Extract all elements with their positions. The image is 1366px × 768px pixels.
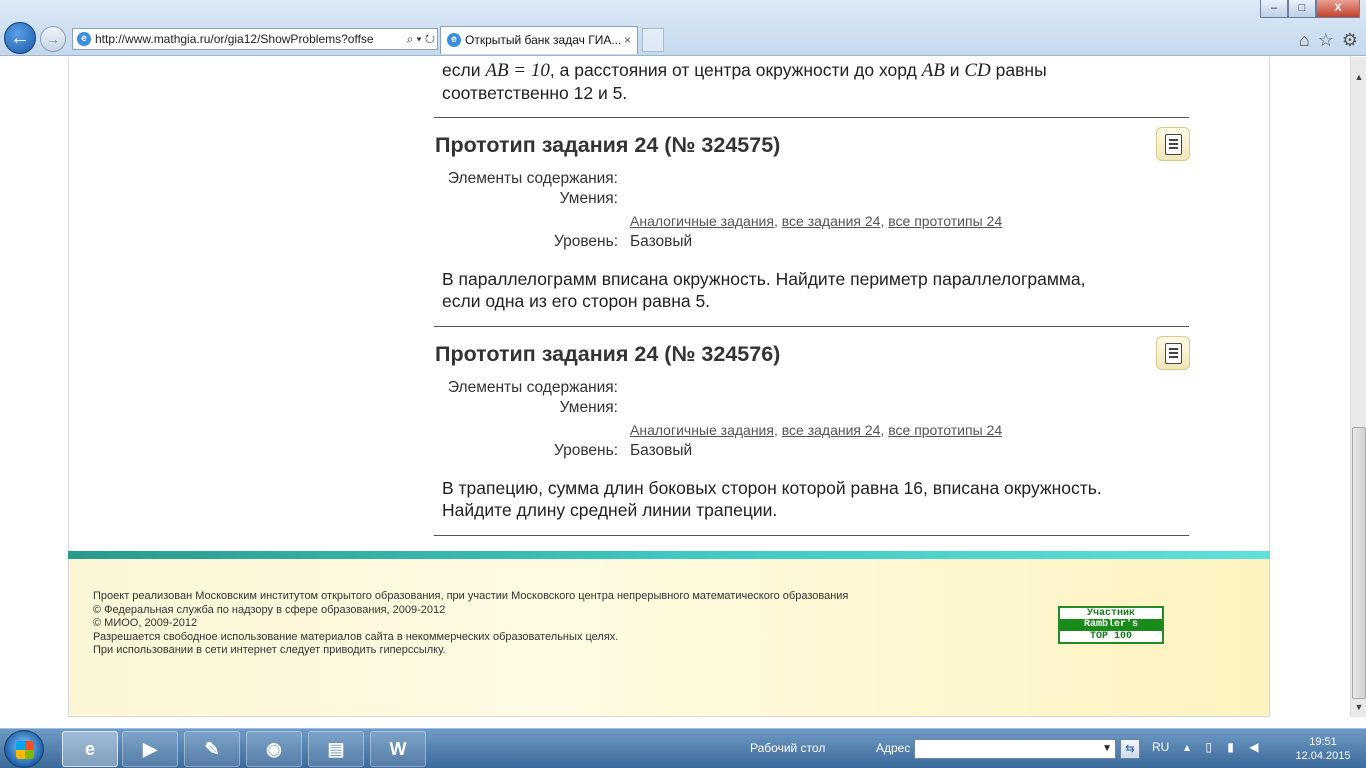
vertical-scrollbar[interactable]: ▲ ▼	[1350, 57, 1366, 717]
word-icon[interactable]: W	[370, 731, 426, 767]
scroll-down-icon[interactable]: ▼	[1351, 699, 1366, 715]
footer-line: © Федеральная служба по надзору в сфере …	[93, 603, 446, 616]
separator: ,	[773, 213, 778, 229]
task-text-part: , а расстояния от центра окружности до х…	[549, 60, 922, 80]
elements-label: Элементы содержания:	[447, 379, 618, 396]
separator: ,	[880, 213, 885, 229]
clock-date: 12.04.2015	[1295, 750, 1351, 762]
math-expression: AB = 10	[485, 60, 550, 81]
ie-icon: e	[447, 33, 461, 47]
tab-title: Открытый банк задач ГИА...	[465, 33, 622, 47]
badge-line: TOP 100	[1089, 630, 1132, 642]
all-prototypes-link[interactable]: все прототипы 24	[888, 422, 1002, 438]
task-text-line: В трапецию, сумма длин боковых сторон ко…	[442, 478, 1102, 498]
close-button[interactable]: X	[1316, 0, 1360, 18]
url-text: http://www.mathgia.ru/or/gia12/ShowProbl…	[95, 32, 374, 46]
level-label: Уровень:	[553, 233, 618, 250]
elements-label: Элементы содержания:	[447, 170, 618, 187]
address-tools[interactable]: ⌕ ▾ ↻	[402, 29, 435, 49]
skills-label: Умения:	[559, 399, 618, 416]
address-bar[interactable]: e http://www.mathgia.ru/or/gia12/ShowPro…	[72, 28, 438, 50]
paint-icon[interactable]: ✎	[184, 731, 240, 767]
problem-text: В параллелограмм вписана окружность. Най…	[442, 268, 1182, 312]
footer-stripe	[68, 551, 1270, 559]
level-value: Базовый	[630, 233, 693, 250]
document-icon[interactable]	[1156, 127, 1190, 161]
task-text-part: равны	[990, 60, 1047, 80]
address-toolbar-label: Адрес	[876, 741, 911, 755]
badge-line: Участник	[1086, 608, 1135, 619]
maximize-button[interactable]: □	[1288, 0, 1316, 18]
all-tasks-link[interactable]: все задания 24	[782, 213, 881, 229]
level-label: Уровень:	[553, 442, 618, 459]
all-prototypes-link[interactable]: все прототипы 24	[888, 213, 1002, 229]
math-expression: AB	[921, 60, 945, 81]
clock[interactable]: 19:51 12.04.2015	[1288, 735, 1358, 763]
problem-text: В трапецию, сумма длин боковых сторон ко…	[442, 477, 1182, 521]
scroll-up-icon[interactable]: ▲	[1351, 69, 1366, 85]
tab-close-icon[interactable]: ×	[624, 27, 631, 53]
task-text-line: В параллелограмм вписана окружность. Най…	[442, 269, 1086, 289]
clock-time: 19:51	[1309, 736, 1337, 748]
star-icon[interactable]: ☆	[1318, 30, 1334, 51]
page-footer: Проект реализован Московским институтом …	[69, 559, 1269, 717]
window-controls: – □ X	[1260, 0, 1360, 18]
minimize-button[interactable]: –	[1260, 0, 1288, 18]
separator: ,	[773, 422, 778, 438]
forward-icon[interactable]: →	[40, 26, 66, 52]
task-text-line: Найдите длину средней линии трапеции.	[442, 500, 778, 520]
level-value: Базовый	[630, 442, 693, 459]
browser-tool-icons: ⌂ ☆ ⚙	[1299, 30, 1358, 51]
chrome-icon[interactable]: ◉	[246, 731, 302, 767]
tab-active[interactable]: e Открытый банк задач ГИА... ×	[440, 26, 638, 54]
task-text-line: соответственно 12 и 5.	[442, 83, 628, 103]
back-icon[interactable]: ←	[4, 22, 36, 54]
problem-title: Прототип задания 24 (№ 324576)	[435, 342, 781, 366]
ie-taskbar-icon[interactable]: e	[62, 731, 118, 767]
media-player-icon[interactable]: ▶	[122, 731, 178, 767]
similar-tasks-link[interactable]: Аналогичные задания	[630, 213, 774, 229]
problem-title: Прототип задания 24 (№ 324575)	[435, 133, 781, 157]
problem-links: Аналогичные задания, все задания 24, все…	[630, 422, 1002, 438]
gear-icon[interactable]: ⚙	[1342, 30, 1358, 51]
folder-icon[interactable]: ▤	[308, 731, 364, 767]
footer-line: Разрешается свободное использование мате…	[93, 630, 619, 643]
home-icon[interactable]: ⌂	[1299, 30, 1310, 51]
chevron-down-icon[interactable]: ▼	[1102, 740, 1112, 758]
language-indicator[interactable]: RU	[1152, 740, 1169, 754]
divider	[434, 326, 1189, 327]
badge-line: Rambler's	[1060, 619, 1162, 631]
windows-start-icon[interactable]	[4, 730, 44, 768]
rambler-top100-badge[interactable]: Участник Rambler's TOP 100	[1058, 606, 1164, 644]
footer-text: Проект реализован Московским институтом …	[93, 590, 848, 658]
tray-icons[interactable]: ▴ ▯ ▮ ◀	[1184, 740, 1264, 754]
page-viewport: если AB = 10, а расстояния от центра окр…	[0, 57, 1350, 717]
new-tab-button[interactable]	[642, 28, 664, 52]
problem-links: Аналогичные задания, все задания 24, все…	[630, 213, 1002, 229]
task-text-part: если	[442, 60, 486, 80]
task-text-part: и	[944, 60, 965, 80]
divider	[434, 535, 1189, 536]
footer-line: © МИОО, 2009-2012	[93, 617, 198, 629]
browser-chrome: – □ X ← → e http://www.mathgia.ru/or/gia…	[0, 0, 1366, 56]
task-text-line: если одна из его сторон равна 5.	[442, 291, 711, 311]
go-icon[interactable]: ⇆	[1120, 739, 1140, 759]
scroll-thumb[interactable]	[1352, 427, 1366, 699]
footer-line: При использовании в сети интернет следуе…	[93, 644, 446, 656]
all-tasks-link[interactable]: все задания 24	[782, 422, 881, 438]
taskbar-address-input[interactable]: ▼	[914, 739, 1116, 759]
footer-line: Проект реализован Московским институтом …	[93, 590, 849, 602]
previous-task-text: если AB = 10, а расстояния от центра окр…	[442, 59, 1182, 104]
divider	[434, 117, 1189, 118]
document-icon[interactable]	[1156, 336, 1190, 370]
ie-icon: e	[77, 32, 91, 46]
desktop-toolbar-label[interactable]: Рабочий стол	[750, 741, 825, 755]
skills-label: Умения:	[559, 190, 618, 207]
separator: ,	[880, 422, 885, 438]
math-expression: CD	[964, 60, 991, 81]
similar-tasks-link[interactable]: Аналогичные задания	[630, 422, 774, 438]
windows-taskbar: e ▶ ✎ ◉ ▤ W Рабочий стол Адрес ▼ ⇆ RU ▴ …	[0, 728, 1366, 768]
